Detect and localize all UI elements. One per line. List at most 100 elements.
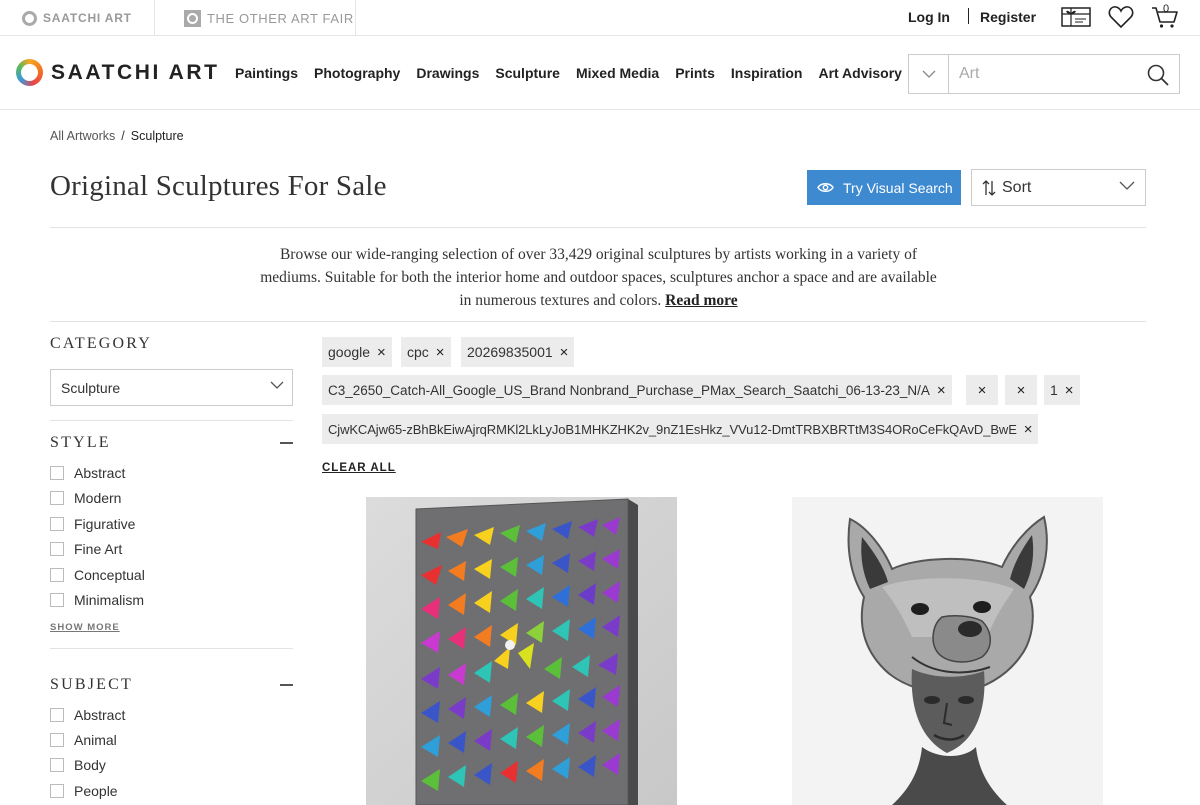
login-link[interactable]: Log In [908, 9, 950, 25]
nav-link-drawings[interactable]: Drawings [416, 65, 479, 81]
visual-search-label: Try Visual Search [843, 179, 953, 196]
search-input[interactable] [949, 56, 1139, 92]
saatchi-art-tab[interactable]: SAATCHI ART [22, 0, 155, 36]
checkbox[interactable] [50, 708, 64, 722]
remove-filter-icon[interactable]: × [377, 344, 386, 361]
search-type-dropdown[interactable] [909, 55, 949, 93]
show-more-styles-link[interactable]: SHOW MORE [50, 622, 120, 633]
style-option-label: Modern [74, 490, 122, 506]
heart-icon[interactable] [1106, 4, 1136, 30]
subject-option-label: Animal [74, 732, 117, 748]
search-icon[interactable] [1147, 64, 1169, 91]
header-divider [50, 227, 1146, 228]
filter-chip[interactable]: CjwKCAjw65-zBhBkEiwAjrqRMKl2LkLyJoB1MHKZ… [322, 414, 1039, 444]
nav-link-inspiration[interactable]: Inspiration [731, 65, 803, 81]
nav-link-mixed-media[interactable]: Mixed Media [576, 65, 659, 81]
subject-option-label: People [74, 783, 118, 799]
filter-chip[interactable]: C3_2650_Catch-All_Google_US_Brand Nonbra… [322, 375, 952, 405]
style-option-label: Minimalism [74, 592, 144, 608]
nav-link-sculpture[interactable]: Sculpture [495, 65, 560, 81]
style-option-minimalism[interactable]: Minimalism [50, 592, 144, 608]
checkbox[interactable] [50, 758, 64, 772]
style-option-label: Conceptual [74, 567, 145, 583]
style-heading: STYLE [50, 434, 111, 451]
style-option-fine-art[interactable]: Fine Art [50, 541, 122, 557]
sort-label: Sort [1002, 178, 1032, 196]
top-bar: SAATCHI ART THE OTHER ART FAIR Log In Re… [0, 0, 1200, 36]
remove-filter-icon[interactable]: × [1024, 421, 1033, 438]
nav-link-paintings[interactable]: Paintings [235, 65, 298, 81]
checkbox[interactable] [50, 784, 64, 798]
saatchi-ring-logo-icon [16, 59, 43, 86]
category-select[interactable]: Sculpture [50, 369, 293, 406]
register-link[interactable]: Register [980, 9, 1036, 25]
checkbox[interactable] [50, 491, 64, 505]
artwork-image-wolf-mask-bust-sculpture[interactable] [792, 497, 1103, 805]
subject-option-body[interactable]: Body [50, 757, 106, 773]
saatchi-tab-label: SAATCHI ART [43, 11, 132, 25]
other-art-fair-tab[interactable]: THE OTHER ART FAIR [184, 0, 356, 36]
breadcrumb-separator: / [121, 129, 125, 143]
checkbox[interactable] [50, 593, 64, 607]
style-option-abstract[interactable]: Abstract [50, 465, 125, 481]
filter-chip[interactable]: 1 × [1044, 375, 1080, 405]
saatchi-art-logo[interactable]: SAATCHI ART [16, 59, 220, 86]
filter-chip-label: C3_2650_Catch-All_Google_US_Brand Nonbra… [328, 382, 930, 398]
remove-filter-icon[interactable]: × [1065, 382, 1074, 399]
nav-link-art-advisory[interactable]: Art Advisory [818, 65, 902, 81]
style-collapse-minus-icon[interactable] [280, 442, 293, 444]
read-more-link[interactable]: Read more [665, 292, 737, 309]
style-option-label: Fine Art [74, 541, 123, 557]
cart-count-badge: 0 [1163, 3, 1170, 15]
filter-chip[interactable]: google × [322, 337, 392, 367]
login-register-divider [968, 8, 969, 24]
clear-all-filters-link[interactable]: CLEAR ALL [322, 462, 396, 474]
filter-chip[interactable]: × [966, 375, 998, 405]
subject-option-animal[interactable]: Animal [50, 732, 117, 748]
filter-chip[interactable]: cpc × [401, 337, 451, 367]
subject-option-abstract[interactable]: Abstract [50, 707, 125, 723]
description-text: Browse our wide-ranging selection of ove… [260, 246, 937, 309]
remove-filter-icon[interactable]: × [978, 382, 987, 399]
sort-dropdown[interactable]: Sort [971, 169, 1146, 206]
remove-filter-icon[interactable]: × [436, 344, 445, 361]
remove-filter-icon[interactable]: × [937, 382, 946, 399]
category-description: Browse our wide-ranging selection of ove… [260, 243, 937, 312]
logo-wordmark: SAATCHI ART [51, 60, 220, 84]
nav-link-photography[interactable]: Photography [314, 65, 400, 81]
filter-chip[interactable]: 20269835001 × [461, 337, 575, 367]
breadcrumb-all-artworks[interactable]: All Artworks [50, 129, 115, 143]
style-option-conceptual[interactable]: Conceptual [50, 567, 145, 583]
filter-chip-label: CjwKCAjw65-zBhBkEiwAjrqRMKl2LkLyJoB1MHKZ… [328, 421, 1017, 437]
category-nav: Paintings Photography Drawings Sculpture… [235, 65, 902, 81]
checkbox[interactable] [50, 542, 64, 556]
breadcrumb: All Artworks / Sculpture [50, 129, 184, 143]
other-art-fair-tab-label: THE OTHER ART FAIR [207, 10, 354, 26]
chevron-down-icon [922, 70, 935, 78]
remove-filter-icon[interactable]: × [560, 344, 569, 361]
gift-card-icon[interactable] [1061, 4, 1091, 30]
chevron-down-icon [270, 381, 284, 389]
checkbox[interactable] [50, 568, 64, 582]
remove-filter-icon[interactable]: × [1017, 382, 1026, 399]
checkbox[interactable] [50, 517, 64, 531]
style-option-label: Abstract [74, 465, 126, 481]
style-option-label: Figurative [74, 516, 136, 532]
bust-sculpture-illustration [792, 497, 1103, 805]
checkbox[interactable] [50, 466, 64, 480]
subject-collapse-minus-icon[interactable] [280, 684, 293, 686]
page-title: Original Sculptures For Sale [50, 170, 387, 202]
try-visual-search-button[interactable]: Try Visual Search [807, 170, 961, 205]
filter-chip[interactable]: × [1005, 375, 1037, 405]
breadcrumb-current: Sculpture [130, 129, 184, 143]
filter-chip-label: cpc [407, 344, 429, 360]
search-bar [908, 54, 1180, 94]
checkbox[interactable] [50, 733, 64, 747]
subject-option-people[interactable]: People [50, 783, 118, 799]
style-option-modern[interactable]: Modern [50, 490, 121, 506]
style-option-figurative[interactable]: Figurative [50, 516, 135, 532]
artwork-image-colorful-wall-sculpture[interactable] [366, 497, 677, 805]
description-divider [50, 321, 1146, 322]
other-art-fair-logo-icon [184, 9, 201, 27]
nav-link-prints[interactable]: Prints [675, 65, 715, 81]
